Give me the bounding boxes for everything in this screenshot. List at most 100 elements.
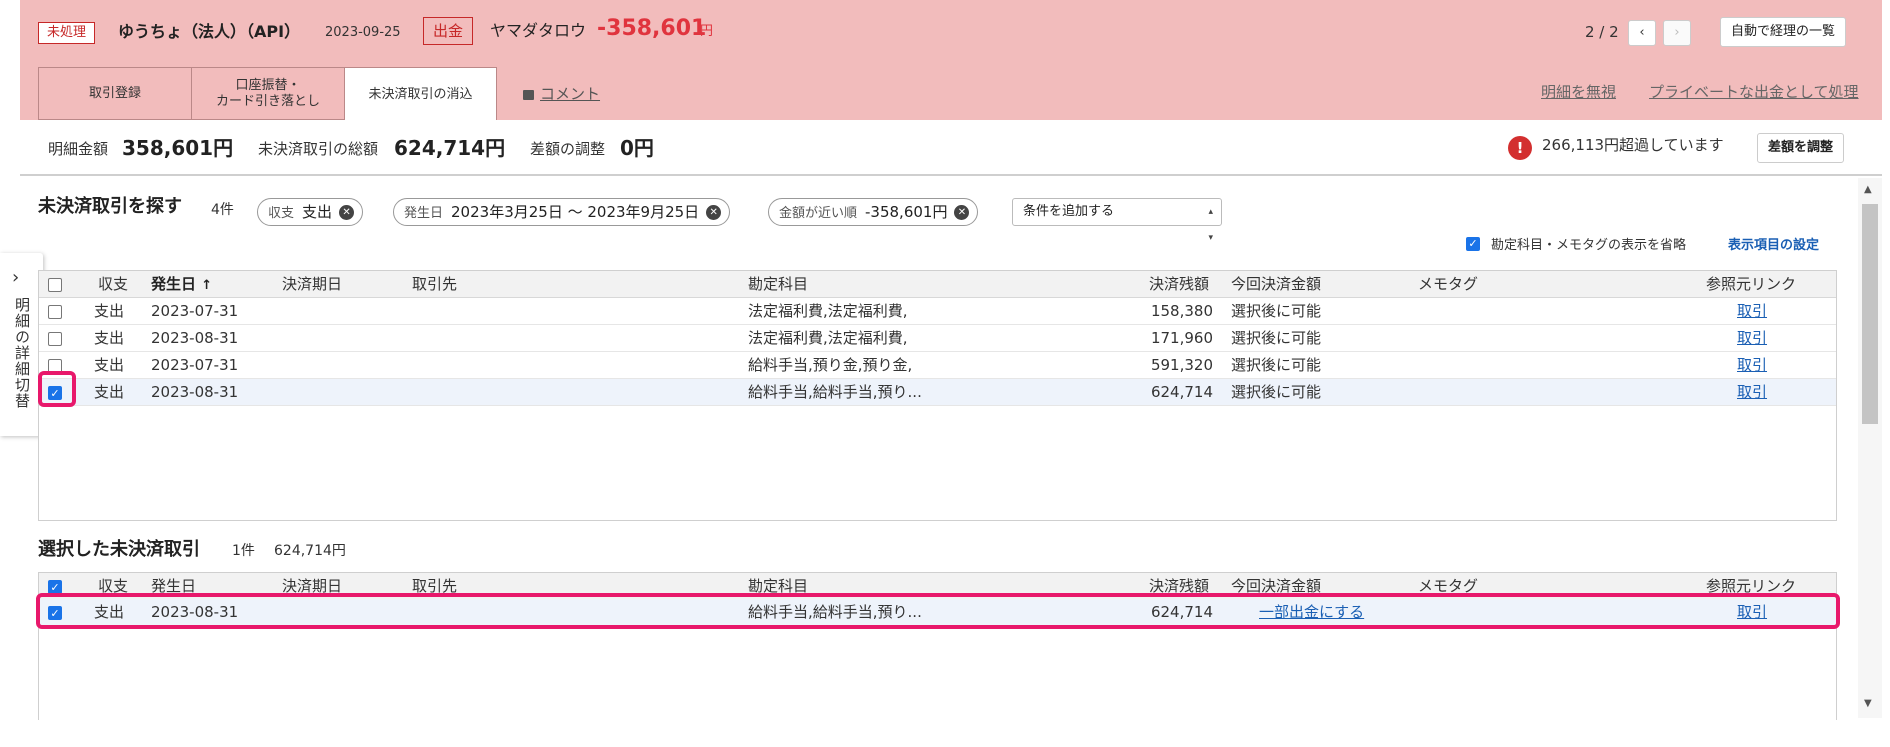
cell-type: 支出 — [94, 356, 125, 374]
row-checkbox[interactable]: ✓ — [48, 386, 62, 400]
amount-unit: 円 — [700, 24, 714, 39]
close-icon[interactable]: ✕ — [339, 205, 355, 220]
detail-amount-label: 明細金額 — [48, 140, 109, 158]
cell-link[interactable]: 取引 — [1737, 325, 1767, 352]
private-withdrawal-link[interactable]: プライベートな出金として処理 — [1649, 81, 1859, 103]
search-count: 4件 — [211, 202, 234, 218]
comment-label: コメント — [540, 85, 601, 103]
col-memo: メモタグ — [1418, 577, 1479, 595]
cell-link[interactable]: 取引 — [1737, 379, 1767, 406]
ignore-detail-link[interactable]: 明細を無視 — [1541, 81, 1616, 103]
unsettled-table: 収支 発生日 ↑ 決済期日 取引先 勘定科目 決済残額 今回決済金額 メモタグ … — [38, 270, 1837, 521]
chip-key: 収支 — [268, 206, 295, 221]
col-memo: メモタグ — [1418, 275, 1479, 293]
tab-unsettled-clearing[interactable]: 未決済取引の消込 — [344, 67, 497, 121]
cell-settle-amount: 選択後に可能 — [1231, 356, 1322, 374]
scroll-up-icon[interactable]: ▲ — [1864, 184, 1872, 195]
select-all-checkbox[interactable] — [48, 278, 62, 292]
table-header: 収支 発生日 ↑ 決済期日 取引先 勘定科目 決済残額 今回決済金額 メモタグ … — [39, 271, 1836, 298]
row-checkbox[interactable] — [48, 359, 62, 373]
chevron-left-icon: ‹ — [1639, 25, 1645, 40]
row-checkbox[interactable] — [48, 332, 62, 346]
col-type: 収支 — [98, 275, 129, 293]
cell-link[interactable]: 取引 — [1737, 352, 1767, 379]
cell-type: 支出 — [94, 302, 125, 320]
cell-link[interactable]: 取引 — [1737, 599, 1767, 626]
prev-button[interactable]: ‹ — [1628, 20, 1656, 46]
omit-account-label: 勘定科目・メモタグの表示を省略 — [1491, 238, 1687, 253]
over-amount-text: 266,113円超過しています — [1542, 136, 1724, 154]
chip-value: 2023年3月25日 〜 2023年9月25日 — [451, 203, 700, 221]
unsettled-total-label: 未決済取引の総額 — [258, 140, 379, 158]
chevron-right-icon: › — [12, 267, 20, 288]
filter-chip-type[interactable]: 収支 支出 ✕ — [257, 198, 364, 226]
cell-link[interactable]: 取引 — [1737, 298, 1767, 325]
comment-link[interactable]: コメント — [523, 83, 600, 105]
add-condition-select[interactable]: 条件を追加する ▴ ▾ — [1012, 198, 1222, 243]
chip-value: -358,601円 — [865, 203, 948, 221]
table-row[interactable]: 支出 2023-07-31 給料手当,預り金,預り金, 591,320 選択後に… — [39, 352, 1836, 379]
add-condition-label: 条件を追加する — [1023, 204, 1115, 219]
chip-key: 発生日 — [404, 206, 444, 221]
search-section-title: 未決済取引を探す — [38, 196, 182, 217]
close-icon[interactable]: ✕ — [706, 205, 722, 220]
cell-account: 法定福利費,法定福利費, — [748, 329, 908, 347]
table-row[interactable]: 支出 2023-08-31 法定福利費,法定福利費, 171,960 選択後に可… — [39, 325, 1836, 352]
transaction-type-badge: 出金 — [423, 17, 474, 45]
col-date-sortable[interactable]: 発生日 ↑ — [151, 271, 212, 299]
table-header: ✓ 収支 発生日 決済期日 取引先 勘定科目 決済残額 今回決済金額 メモタグ … — [39, 573, 1836, 600]
next-button[interactable]: › — [1663, 20, 1691, 46]
cell-balance: 624,714 — [1150, 603, 1213, 621]
cell-type: 支出 — [94, 603, 125, 621]
tab-label: 口座振替・ カード引き落とし — [215, 77, 320, 109]
adjust-value: 0円 — [620, 136, 654, 160]
scrollbar-thumb[interactable] — [1862, 204, 1878, 424]
chip-key: 金額が近い順 — [779, 206, 858, 221]
payee-name: ヤマダタロウ — [490, 21, 587, 40]
col-link: 参照元リンク — [1706, 275, 1797, 293]
cell-account: 法定福利費,法定福利費, — [748, 302, 908, 320]
adjust-difference-button[interactable]: 差額を調整 — [1757, 133, 1845, 163]
omit-account-checkbox[interactable]: ✓ — [1466, 237, 1480, 251]
cell-date: 2023-07-31 — [151, 356, 239, 374]
cell-type: 支出 — [94, 329, 125, 347]
col-type: 収支 — [98, 577, 129, 595]
transaction-header: 未処理 ゆうちょ（法人）（API） 2023-09-25 出金 ヤマダタロウ -… — [20, 0, 1882, 121]
selected-section-title: 選択した未決済取引 — [38, 539, 200, 560]
selected-total: 624,714円 — [274, 543, 346, 559]
cell-account: 給料手当,給料手当,預り... — [748, 603, 922, 621]
selected-table: ✓ 収支 発生日 決済期日 取引先 勘定科目 決済残額 今回決済金額 メモタグ … — [38, 572, 1837, 720]
column-settings-link[interactable]: 表示項目の設定 — [1728, 236, 1819, 256]
col-account: 勘定科目 — [748, 577, 809, 595]
cell-settle-amount: 選択後に可能 — [1231, 329, 1322, 347]
auto-list-button[interactable]: 自動で経理の一覧 — [1720, 17, 1847, 47]
chip-value: 支出 — [302, 203, 333, 221]
close-icon[interactable]: ✕ — [954, 205, 970, 220]
col-settle-amount: 今回決済金額 — [1231, 577, 1322, 595]
table-row[interactable]: ✓ 支出 2023-08-31 給料手当,給料手当,預り... 624,714 … — [39, 599, 1836, 626]
tab-account-transfer[interactable]: 口座振替・ カード引き落とし — [191, 67, 345, 120]
select-arrows-icon: ▴ ▾ — [1208, 207, 1213, 243]
scrollbar[interactable]: ▲ ▼ — [1858, 178, 1882, 718]
select-all-checkbox[interactable]: ✓ — [48, 580, 62, 594]
selected-count: 1件 — [232, 543, 255, 559]
partial-withdrawal-link[interactable]: 一部出金にする — [1259, 599, 1364, 626]
chevron-right-icon: › — [1674, 25, 1680, 40]
scroll-down-icon[interactable]: ▼ — [1864, 698, 1872, 709]
cell-date: 2023-08-31 — [151, 603, 239, 621]
filter-chip-amount[interactable]: 金額が近い順 -358,601円 ✕ — [768, 198, 979, 226]
row-checkbox[interactable] — [48, 305, 62, 319]
tab-register[interactable]: 取引登録 — [38, 67, 192, 120]
detail-toggle-label: 明細の詳細切替 — [13, 297, 31, 409]
detail-toggle-tab[interactable]: › 明細の詳細切替 — [0, 253, 43, 436]
col-balance: 決済残額 — [1149, 577, 1210, 595]
table-row[interactable]: 支出 2023-07-31 法定福利費,法定福利費, 158,380 選択後に可… — [39, 298, 1836, 325]
account-name: ゆうちょ（法人）（API） — [118, 22, 301, 41]
table-row[interactable]: ✓ 支出 2023-08-31 給料手当,給料手当,預り... 624,714 … — [39, 379, 1836, 406]
cell-account: 給料手当,預り金,預り金, — [748, 356, 913, 374]
filter-chip-date[interactable]: 発生日 2023年3月25日 〜 2023年9月25日 ✕ — [393, 198, 731, 226]
cell-type: 支出 — [94, 383, 125, 401]
cell-account: 給料手当,給料手当,預り... — [748, 383, 922, 401]
cell-balance: 158,380 — [1150, 302, 1213, 320]
row-checkbox[interactable]: ✓ — [48, 606, 62, 620]
